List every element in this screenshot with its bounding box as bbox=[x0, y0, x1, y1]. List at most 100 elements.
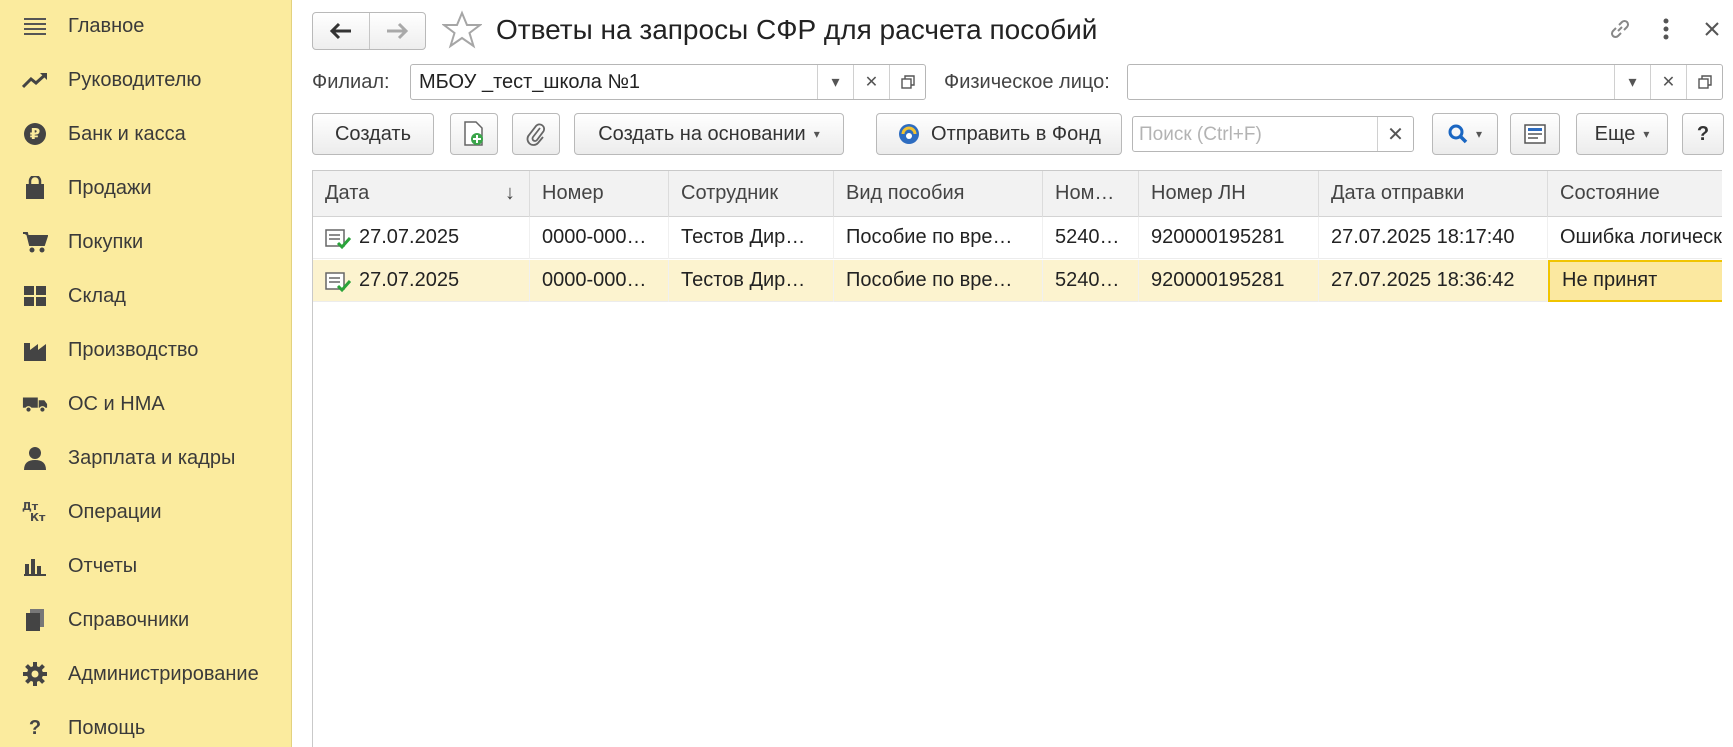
sidebar-item-sales[interactable]: Продажи bbox=[0, 164, 292, 212]
sidebar-item-label: Склад bbox=[68, 284, 126, 307]
credit-glyph: Кт bbox=[30, 511, 46, 524]
sidebar-item-warehouse[interactable]: Склад bbox=[0, 272, 292, 320]
factory-icon bbox=[22, 337, 48, 363]
col-header-benefit-type[interactable]: Вид пособия bbox=[834, 171, 1043, 217]
svg-text:₽: ₽ bbox=[30, 125, 40, 143]
sidebar: Главное Руководителю ₽ Банк и касса Прод… bbox=[0, 0, 292, 747]
sidebar-item-label: Продажи bbox=[68, 176, 152, 199]
branch-field[interactable]: МБОУ _тест_школа №1 ▾ ✕ bbox=[410, 64, 926, 100]
back-button[interactable] bbox=[313, 13, 369, 49]
sidebar-item-label: Главное bbox=[68, 14, 145, 37]
forward-button[interactable] bbox=[368, 13, 425, 49]
create-based-on-button[interactable]: Создать на основании ▾ bbox=[574, 113, 844, 155]
books-icon bbox=[22, 607, 48, 633]
sidebar-item-label: Покупки bbox=[68, 230, 144, 253]
sidebar-item-purchases[interactable]: Покупки bbox=[0, 218, 292, 266]
table-row[interactable]: 27.07.2025 0000-000… Тестов Дир… Пособие… bbox=[313, 217, 1722, 259]
add-document-icon bbox=[464, 121, 483, 146]
cart-icon bbox=[22, 229, 48, 255]
send-to-fund-button[interactable]: Отправить в Фонд bbox=[876, 113, 1122, 155]
cell-benefit-type: Пособие по вре… bbox=[834, 217, 1043, 259]
search-button[interactable]: ▾ bbox=[1432, 113, 1498, 155]
sidebar-item-label: Помощь bbox=[68, 716, 146, 739]
cell-ln-number: 920000195281 bbox=[1139, 217, 1319, 259]
truck-icon bbox=[22, 391, 48, 417]
ruble-icon: ₽ bbox=[22, 121, 48, 147]
col-header-ln-number[interactable]: Номер ЛН bbox=[1139, 171, 1319, 217]
sidebar-item-reports[interactable]: Отчеты bbox=[0, 542, 292, 590]
gear-icon bbox=[22, 661, 48, 687]
sidebar-item-label: Банк и касса bbox=[68, 122, 186, 145]
trend-icon bbox=[22, 67, 48, 93]
table-header: Дата ↓ Номер Сотрудник Вид пособия Ном… … bbox=[313, 171, 1722, 217]
chevron-down-icon: ▾ bbox=[1643, 127, 1650, 141]
clear-icon[interactable]: ✕ bbox=[1650, 65, 1686, 99]
debit-credit-icon: Дт Кт bbox=[22, 499, 48, 525]
cell-num2: 5240… bbox=[1043, 260, 1139, 302]
cell-num2: 5240… bbox=[1043, 217, 1139, 259]
more-button[interactable]: Еще ▾ bbox=[1576, 113, 1668, 155]
attach-button[interactable] bbox=[512, 113, 560, 155]
sidebar-item-label: Зарплата и кадры bbox=[68, 446, 236, 469]
sidebar-item-bank[interactable]: ₽ Банк и касса bbox=[0, 110, 292, 158]
sidebar-item-help[interactable]: ? Помощь bbox=[0, 704, 292, 747]
cell-status-active[interactable]: Не принят bbox=[1548, 260, 1722, 302]
help-button[interactable]: ? bbox=[1682, 113, 1724, 155]
create-button[interactable]: Создать bbox=[312, 113, 434, 155]
open-icon[interactable] bbox=[1686, 65, 1722, 99]
app-window: Главное Руководителю ₽ Банк и касса Прод… bbox=[0, 0, 1733, 747]
clear-icon[interactable]: ✕ bbox=[853, 65, 889, 99]
dropdown-arrow-icon[interactable]: ▾ bbox=[1614, 65, 1650, 99]
sidebar-item-main[interactable]: Главное bbox=[0, 2, 292, 50]
clear-icon[interactable]: ✕ bbox=[1377, 117, 1413, 151]
fund-logo-icon bbox=[899, 124, 920, 144]
cell-number: 0000-000… bbox=[530, 217, 669, 259]
sidebar-item-assets[interactable]: ОС и НМА bbox=[0, 380, 292, 428]
dropdown-arrow-icon[interactable]: ▾ bbox=[817, 65, 853, 99]
favorite-star-icon[interactable] bbox=[442, 10, 482, 50]
cell-send-date: 27.07.2025 18:17:40 bbox=[1319, 217, 1548, 259]
create-copy-button[interactable] bbox=[450, 113, 498, 155]
chevron-down-icon: ▾ bbox=[1475, 127, 1483, 141]
col-header-employee[interactable]: Сотрудник bbox=[669, 171, 834, 217]
chevron-down-icon: ▾ bbox=[813, 127, 820, 141]
sort-down-icon: ↓ bbox=[505, 182, 515, 204]
warehouse-icon bbox=[22, 283, 48, 309]
link-icon[interactable] bbox=[1606, 14, 1634, 44]
person-field[interactable]: ▾ ✕ bbox=[1127, 64, 1723, 100]
sidebar-item-salary[interactable]: Зарплата и кадры bbox=[0, 434, 292, 482]
sidebar-item-label: Производство bbox=[68, 338, 199, 361]
sidebar-item-label: Руководителю bbox=[68, 68, 202, 91]
sidebar-item-production[interactable]: Производство bbox=[0, 326, 292, 374]
col-header-date[interactable]: Дата ↓ bbox=[313, 171, 530, 217]
arrow-left-icon bbox=[329, 22, 351, 40]
open-icon[interactable] bbox=[889, 65, 925, 99]
paperclip-icon bbox=[526, 123, 545, 146]
cell-number: 0000-000… bbox=[530, 260, 669, 302]
person-icon bbox=[22, 445, 48, 471]
menu-icon bbox=[22, 13, 48, 39]
sidebar-item-catalogs[interactable]: Справочники bbox=[0, 596, 292, 644]
cell-benefit-type: Пособие по вре… bbox=[834, 260, 1043, 302]
branch-value: МБОУ _тест_школа №1 bbox=[419, 71, 641, 93]
col-header-num2[interactable]: Ном… bbox=[1043, 171, 1139, 217]
create-based-on-label: Создать на основании bbox=[598, 122, 806, 145]
page-title: Ответы на запросы СФР для расчета пособи… bbox=[496, 14, 1098, 45]
sidebar-item-label: Справочники bbox=[68, 608, 190, 631]
sidebar-item-admin[interactable]: Администрирование bbox=[0, 650, 292, 698]
col-header-number[interactable]: Номер bbox=[530, 171, 669, 217]
sidebar-item-operations[interactable]: Дт Кт Операции bbox=[0, 488, 292, 536]
filter-settings-button[interactable] bbox=[1510, 113, 1560, 155]
search-input[interactable]: Поиск (Ctrl+F) ✕ bbox=[1132, 116, 1414, 152]
search-icon bbox=[1448, 124, 1468, 144]
col-header-status[interactable]: Состояние bbox=[1548, 171, 1722, 217]
sidebar-item-label: ОС и НМА bbox=[68, 392, 165, 415]
sidebar-item-manager[interactable]: Руководителю bbox=[0, 56, 292, 104]
more-vertical-icon[interactable] bbox=[1652, 14, 1680, 44]
table-row-selected[interactable]: 27.07.2025 0000-000… Тестов Дир… Пособие… bbox=[313, 260, 1722, 302]
close-icon[interactable] bbox=[1698, 14, 1726, 44]
col-header-send-date[interactable]: Дата отправки bbox=[1319, 171, 1548, 217]
cell-send-date: 27.07.2025 18:36:42 bbox=[1319, 260, 1548, 302]
bar-chart-icon bbox=[22, 553, 48, 579]
search-placeholder: Поиск (Ctrl+F) bbox=[1139, 124, 1262, 145]
